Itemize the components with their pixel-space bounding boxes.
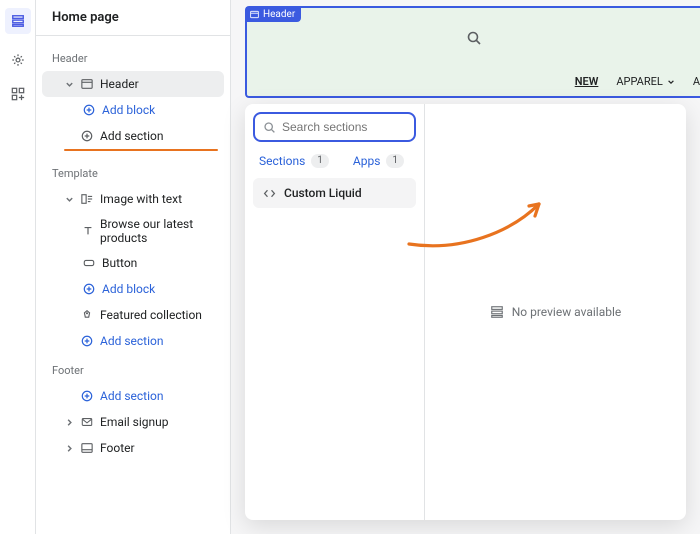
sections-popover: Sections 1 Apps 1 Custom Liquid: [245, 104, 686, 520]
button-block-row[interactable]: Button: [42, 250, 224, 276]
chevron-right-icon[interactable]: [64, 418, 74, 427]
add-section-label-3: Add section: [100, 389, 164, 403]
structure-panel: Home page Header Header Add block: [36, 0, 231, 534]
nav-new-link[interactable]: NEW: [575, 75, 599, 88]
tab-sections[interactable]: Sections 1: [259, 154, 329, 168]
add-block-label-2: Add block: [102, 282, 155, 296]
image-with-text-row[interactable]: Image with text: [42, 186, 224, 212]
header-icon: [80, 77, 94, 91]
text-icon: [82, 224, 94, 238]
add-block-image-text[interactable]: Add block: [42, 276, 224, 302]
selection-tag-label: Header: [263, 9, 295, 20]
icon-rail: [0, 0, 36, 534]
plus-circle-icon: [80, 334, 94, 348]
custom-liquid-result[interactable]: Custom Liquid: [253, 178, 416, 208]
header-section-label: Header: [100, 77, 139, 91]
add-section-footer[interactable]: Add section: [42, 383, 224, 409]
footer-section-label: Footer: [100, 441, 135, 455]
browse-products-row[interactable]: Browse our latest products: [42, 212, 224, 250]
apps-nav-icon[interactable]: [10, 86, 26, 102]
button-block-label: Button: [102, 256, 137, 270]
preview-header-frame[interactable]: Header NEW APPAREL A: [245, 6, 700, 98]
featured-collection-row[interactable]: Featured collection: [42, 302, 224, 328]
chevron-right-icon[interactable]: [64, 444, 74, 453]
add-section-label-2: Add section: [100, 334, 164, 348]
footer-icon: [80, 441, 94, 455]
search-icon[interactable]: [466, 30, 482, 46]
plus-circle-icon: [82, 103, 96, 117]
search-sections-field[interactable]: [253, 112, 416, 142]
add-section-label: Add section: [100, 129, 164, 143]
plus-circle-icon: [80, 389, 94, 403]
button-icon: [82, 256, 96, 270]
footer-section-row[interactable]: Footer: [42, 435, 224, 461]
image-with-text-label: Image with text: [100, 192, 182, 206]
chevron-down-icon[interactable]: [64, 195, 74, 204]
browse-products-label: Browse our latest products: [100, 217, 218, 245]
nav-apparel-link[interactable]: APPAREL: [616, 75, 674, 88]
add-block-label: Add block: [102, 103, 155, 117]
tab-sections-count: 1: [311, 154, 329, 168]
no-preview-icon: [490, 305, 504, 319]
search-icon: [263, 121, 276, 134]
selection-tag: Header: [246, 7, 301, 22]
plus-circle-icon: [80, 129, 94, 143]
plus-circle-icon: [82, 282, 96, 296]
popover-list-panel: Sections 1 Apps 1 Custom Liquid: [245, 104, 425, 520]
footer-group-label: Footer: [42, 354, 224, 383]
custom-liquid-label: Custom Liquid: [284, 186, 362, 200]
email-signup-label: Email signup: [100, 415, 169, 429]
template-group-label: Template: [42, 157, 224, 186]
popover-tabs: Sections 1 Apps 1: [245, 150, 424, 178]
settings-nav-icon[interactable]: [10, 52, 26, 68]
email-icon: [80, 415, 94, 429]
highlight-underline: [64, 149, 218, 151]
collection-icon: [80, 308, 94, 322]
no-preview-label: No preview available: [512, 305, 622, 319]
image-text-icon: [80, 192, 94, 206]
nav-partial-link[interactable]: A: [693, 75, 700, 88]
add-section-template[interactable]: Add section: [42, 328, 224, 354]
add-block-header[interactable]: Add block: [42, 97, 224, 123]
search-sections-input[interactable]: [282, 120, 437, 134]
page-title: Home page: [36, 0, 230, 36]
tab-apps[interactable]: Apps 1: [353, 154, 404, 168]
popover-preview-panel: No preview available: [425, 104, 686, 520]
stage: Header NEW APPAREL A: [231, 0, 700, 534]
header-group-label: Header: [42, 42, 224, 71]
preview-nav: NEW APPAREL A: [575, 75, 700, 88]
code-icon: [263, 187, 276, 200]
chevron-down-icon[interactable]: [64, 80, 74, 89]
add-section-header[interactable]: Add section: [42, 123, 224, 149]
tab-apps-count: 1: [386, 154, 404, 168]
sections-nav-icon[interactable]: [5, 8, 31, 34]
chevron-down-icon: [667, 78, 675, 86]
header-section-row[interactable]: Header: [42, 71, 224, 97]
featured-collection-label: Featured collection: [100, 308, 202, 322]
email-signup-row[interactable]: Email signup: [42, 409, 224, 435]
